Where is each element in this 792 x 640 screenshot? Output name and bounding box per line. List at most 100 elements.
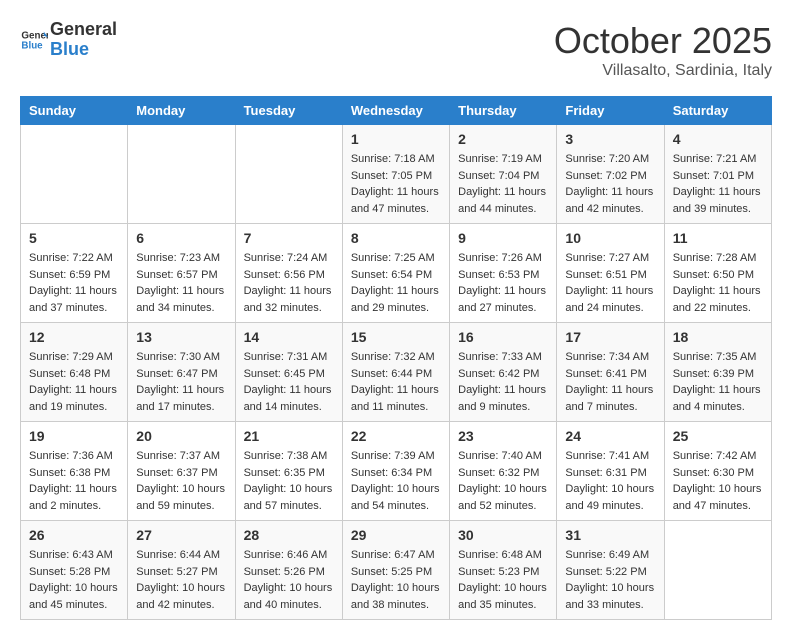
day-number: 21 xyxy=(244,428,334,444)
day-info: Sunrise: 7:42 AM Sunset: 6:30 PM Dayligh… xyxy=(673,448,763,514)
page-header: General Blue General Blue October 2025 V… xyxy=(20,20,772,80)
day-info: Sunrise: 6:43 AM Sunset: 5:28 PM Dayligh… xyxy=(29,547,119,613)
day-number: 7 xyxy=(244,230,334,246)
calendar-cell: 30 Sunrise: 6:48 AM Sunset: 5:23 PM Dayli… xyxy=(450,521,557,620)
day-number: 10 xyxy=(565,230,655,246)
day-info: Sunrise: 7:24 AM Sunset: 6:56 PM Dayligh… xyxy=(244,250,334,316)
day-info: Sunrise: 6:48 AM Sunset: 5:23 PM Dayligh… xyxy=(458,547,548,613)
calendar-cell xyxy=(664,521,771,620)
calendar-cell: 8 Sunrise: 7:25 AM Sunset: 6:54 PM Daylig… xyxy=(342,224,449,323)
day-number: 13 xyxy=(136,329,226,345)
calendar-cell: 5Sunrise: 7:22 AM Sunset: 6:59 PM Daylig… xyxy=(21,224,128,323)
day-number: 19 xyxy=(29,428,119,444)
day-info: Sunrise: 7:23 AM Sunset: 6:57 PM Dayligh… xyxy=(136,250,226,316)
day-info: Sunrise: 7:27 AM Sunset: 6:51 PM Dayligh… xyxy=(565,250,655,316)
day-info: Sunrise: 7:29 AM Sunset: 6:48 PM Dayligh… xyxy=(29,349,119,415)
logo: General Blue General Blue xyxy=(20,20,117,60)
col-header-sunday: Sunday xyxy=(21,97,128,125)
day-number: 6 xyxy=(136,230,226,246)
day-number: 24 xyxy=(565,428,655,444)
logo-line2: Blue xyxy=(50,40,117,60)
col-header-thursday: Thursday xyxy=(450,97,557,125)
day-number: 22 xyxy=(351,428,441,444)
day-info: Sunrise: 7:21 AM Sunset: 7:01 PM Dayligh… xyxy=(673,151,763,217)
day-number: 15 xyxy=(351,329,441,345)
day-number: 4 xyxy=(673,131,763,147)
calendar-cell: 28 Sunrise: 6:46 AM Sunset: 5:26 PM Dayli… xyxy=(235,521,342,620)
location-subtitle: Villasalto, Sardinia, Italy xyxy=(554,62,772,80)
col-header-monday: Monday xyxy=(128,97,235,125)
calendar-cell: 10 Sunrise: 7:27 AM Sunset: 6:51 PM Dayli… xyxy=(557,224,664,323)
day-info: Sunrise: 6:46 AM Sunset: 5:26 PM Dayligh… xyxy=(244,547,334,613)
calendar-cell: 27 Sunrise: 6:44 AM Sunset: 5:27 PM Dayli… xyxy=(128,521,235,620)
day-number: 8 xyxy=(351,230,441,246)
calendar-cell: 13 Sunrise: 7:30 AM Sunset: 6:47 PM Dayli… xyxy=(128,323,235,422)
day-info: Sunrise: 7:19 AM Sunset: 7:04 PM Dayligh… xyxy=(458,151,548,217)
day-number: 9 xyxy=(458,230,548,246)
day-number: 2 xyxy=(458,131,548,147)
calendar-cell: 9Sunrise: 7:26 AM Sunset: 6:53 PM Daylig… xyxy=(450,224,557,323)
day-number: 28 xyxy=(244,527,334,543)
day-info: Sunrise: 7:30 AM Sunset: 6:47 PM Dayligh… xyxy=(136,349,226,415)
day-number: 14 xyxy=(244,329,334,345)
title-block: October 2025 Villasalto, Sardinia, Italy xyxy=(554,20,772,80)
calendar-cell: 25 Sunrise: 7:42 AM Sunset: 6:30 PM Dayli… xyxy=(664,422,771,521)
calendar-table: SundayMondayTuesdayWednesdayThursdayFrid… xyxy=(20,96,772,620)
day-info: Sunrise: 6:44 AM Sunset: 5:27 PM Dayligh… xyxy=(136,547,226,613)
calendar-cell: 14 Sunrise: 7:31 AM Sunset: 6:45 PM Dayli… xyxy=(235,323,342,422)
calendar-cell: 3 Sunrise: 7:20 AM Sunset: 7:02 PM Daylig… xyxy=(557,125,664,224)
calendar-cell: 24 Sunrise: 7:41 AM Sunset: 6:31 PM Dayli… xyxy=(557,422,664,521)
calendar-cell xyxy=(128,125,235,224)
day-number: 18 xyxy=(673,329,763,345)
logo-line1: General xyxy=(50,20,117,40)
day-info: Sunrise: 7:41 AM Sunset: 6:31 PM Dayligh… xyxy=(565,448,655,514)
calendar-cell: 22Sunrise: 7:39 AM Sunset: 6:34 PM Dayli… xyxy=(342,422,449,521)
day-info: Sunrise: 7:31 AM Sunset: 6:45 PM Dayligh… xyxy=(244,349,334,415)
col-header-saturday: Saturday xyxy=(664,97,771,125)
day-info: Sunrise: 7:32 AM Sunset: 6:44 PM Dayligh… xyxy=(351,349,441,415)
col-header-tuesday: Tuesday xyxy=(235,97,342,125)
day-number: 1 xyxy=(351,131,441,147)
calendar-cell: 4 Sunrise: 7:21 AM Sunset: 7:01 PM Daylig… xyxy=(664,125,771,224)
day-number: 11 xyxy=(673,230,763,246)
calendar-cell: 6 Sunrise: 7:23 AM Sunset: 6:57 PM Daylig… xyxy=(128,224,235,323)
day-number: 16 xyxy=(458,329,548,345)
day-number: 29 xyxy=(351,527,441,543)
calendar-cell: 20 Sunrise: 7:37 AM Sunset: 6:37 PM Dayli… xyxy=(128,422,235,521)
day-info: Sunrise: 7:37 AM Sunset: 6:37 PM Dayligh… xyxy=(136,448,226,514)
day-number: 31 xyxy=(565,527,655,543)
day-number: 27 xyxy=(136,527,226,543)
day-info: Sunrise: 7:25 AM Sunset: 6:54 PM Dayligh… xyxy=(351,250,441,316)
day-number: 12 xyxy=(29,329,119,345)
calendar-cell: 23 Sunrise: 7:40 AM Sunset: 6:32 PM Dayli… xyxy=(450,422,557,521)
day-info: Sunrise: 7:38 AM Sunset: 6:35 PM Dayligh… xyxy=(244,448,334,514)
day-number: 20 xyxy=(136,428,226,444)
day-number: 25 xyxy=(673,428,763,444)
day-number: 30 xyxy=(458,527,548,543)
calendar-cell: 11Sunrise: 7:28 AM Sunset: 6:50 PM Dayli… xyxy=(664,224,771,323)
calendar-cell: 31 Sunrise: 6:49 AM Sunset: 5:22 PM Dayli… xyxy=(557,521,664,620)
svg-text:Blue: Blue xyxy=(21,40,43,51)
calendar-cell: 29 Sunrise: 6:47 AM Sunset: 5:25 PM Dayli… xyxy=(342,521,449,620)
calendar-cell: 1 Sunrise: 7:18 AM Sunset: 7:05 PM Daylig… xyxy=(342,125,449,224)
day-info: Sunrise: 7:36 AM Sunset: 6:38 PM Dayligh… xyxy=(29,448,119,514)
day-number: 3 xyxy=(565,131,655,147)
day-info: Sunrise: 7:40 AM Sunset: 6:32 PM Dayligh… xyxy=(458,448,548,514)
day-info: Sunrise: 7:18 AM Sunset: 7:05 PM Dayligh… xyxy=(351,151,441,217)
day-info: Sunrise: 7:33 AM Sunset: 6:42 PM Dayligh… xyxy=(458,349,548,415)
month-title: October 2025 xyxy=(554,20,772,62)
calendar-cell: 21 Sunrise: 7:38 AM Sunset: 6:35 PM Dayli… xyxy=(235,422,342,521)
calendar-cell: 17Sunrise: 7:34 AM Sunset: 6:41 PM Dayli… xyxy=(557,323,664,422)
calendar-cell: 19 Sunrise: 7:36 AM Sunset: 6:38 PM Dayli… xyxy=(21,422,128,521)
day-info: Sunrise: 6:49 AM Sunset: 5:22 PM Dayligh… xyxy=(565,547,655,613)
day-info: Sunrise: 6:47 AM Sunset: 5:25 PM Dayligh… xyxy=(351,547,441,613)
day-number: 17 xyxy=(565,329,655,345)
day-info: Sunrise: 7:22 AM Sunset: 6:59 PM Dayligh… xyxy=(29,250,119,316)
col-header-friday: Friday xyxy=(557,97,664,125)
day-number: 23 xyxy=(458,428,548,444)
calendar-cell: 16 Sunrise: 7:33 AM Sunset: 6:42 PM Dayli… xyxy=(450,323,557,422)
day-number: 26 xyxy=(29,527,119,543)
calendar-cell: 26 Sunrise: 6:43 AM Sunset: 5:28 PM Dayli… xyxy=(21,521,128,620)
day-info: Sunrise: 7:35 AM Sunset: 6:39 PM Dayligh… xyxy=(673,349,763,415)
day-info: Sunrise: 7:20 AM Sunset: 7:02 PM Dayligh… xyxy=(565,151,655,217)
